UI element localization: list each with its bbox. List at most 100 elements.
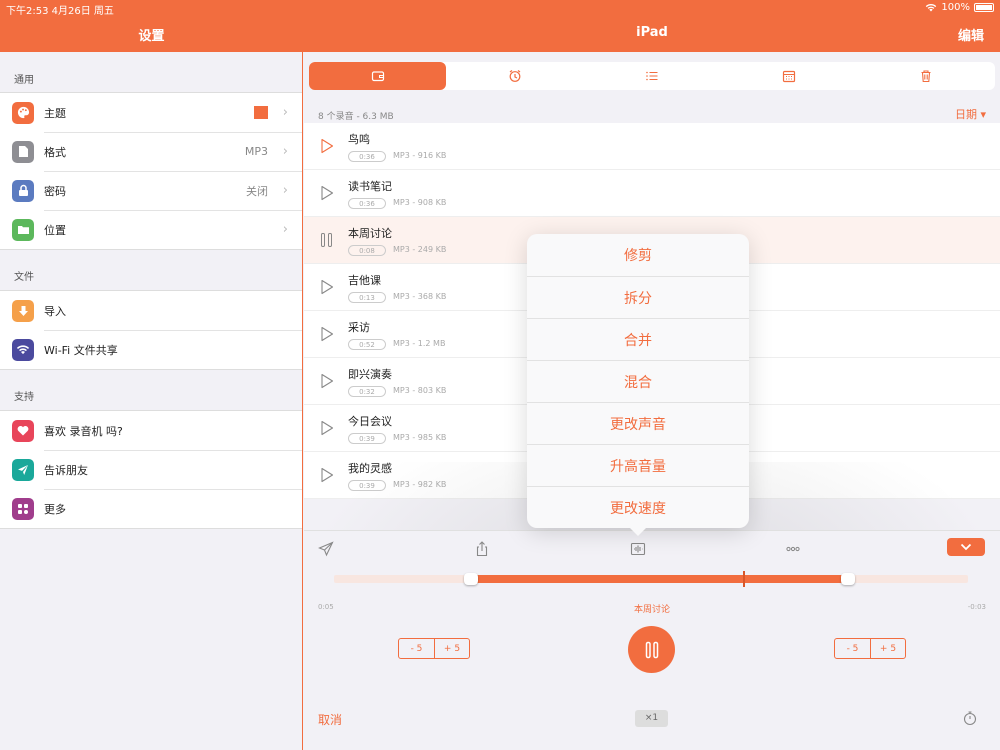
status-bar: 下午2:53 4月26日 周五 100% <box>0 0 1000 17</box>
cancel-button[interactable]: 取消 <box>318 711 342 728</box>
edit-button[interactable]: 编辑 <box>958 25 984 44</box>
tab-trash[interactable] <box>858 62 995 90</box>
sidebar-item-import[interactable]: 导入 <box>0 291 302 330</box>
recording-meta: MP3 - 982 KB <box>393 480 447 489</box>
play-icon[interactable] <box>320 185 334 201</box>
recording-meta: MP3 - 368 KB <box>393 292 447 301</box>
recording-duration: 0:52 <box>348 339 386 350</box>
recording-duration: 0:39 <box>348 433 386 444</box>
waveform-edit-icon[interactable] <box>630 541 646 557</box>
tab-recordings[interactable] <box>309 62 447 90</box>
trim-track[interactable] <box>334 571 968 587</box>
popover-item[interactable]: 更改速度 <box>527 486 749 528</box>
settings-title: 设置 <box>138 29 165 44</box>
sidebar-item-label: 喜欢 录音机 吗? <box>44 424 123 438</box>
battery-icon <box>974 3 994 12</box>
play-icon[interactable] <box>320 326 334 342</box>
sidebar-item-label: Wi-Fi 文件共享 <box>44 343 118 357</box>
folder-title: iPad <box>636 25 668 40</box>
tab-calendar[interactable] <box>721 62 858 90</box>
play-icon[interactable] <box>320 279 334 295</box>
play-icon[interactable] <box>320 373 334 389</box>
chevron-right-icon: › <box>282 222 288 237</box>
trim-end-handle[interactable] <box>840 573 855 585</box>
sidebar-item-label: 更多 <box>44 502 66 516</box>
sidebar-item-wifi-share[interactable]: Wi-Fi 文件共享 <box>0 330 302 369</box>
popover-item[interactable]: 升高音量 <box>527 444 749 486</box>
popover-item[interactable]: 合并 <box>527 318 749 360</box>
start-minus-5-button[interactable]: - 5 <box>399 639 434 658</box>
recording-duration: 0:39 <box>348 480 386 491</box>
section-header-support: 支持 <box>14 392 34 403</box>
sidebar-item-password[interactable]: 密码 关闭 › <box>0 171 302 210</box>
sidebar-item-rate[interactable]: 喜欢 录音机 吗? <box>0 411 302 450</box>
general-group: 主题 › 格式 MP3 › 密码 关闭 › 位置 › <box>0 92 302 250</box>
recording-duration: 0:08 <box>348 245 386 256</box>
view-segmented-control <box>309 62 995 90</box>
file-icon <box>12 140 34 163</box>
recording-meta: MP3 - 1.2 MB <box>393 339 446 348</box>
sidebar-item-format[interactable]: 格式 MP3 › <box>0 132 302 171</box>
list-icon <box>646 71 658 81</box>
status-battery: 100% <box>925 2 994 13</box>
recording-row[interactable]: 读书笔记 0:36 MP3 - 908 KB <box>304 170 1000 217</box>
support-group: 喜欢 录音机 吗? 告诉朋友 更多 <box>0 410 302 529</box>
playhead[interactable] <box>742 571 745 587</box>
recording-meta: MP3 - 916 KB <box>393 151 447 160</box>
recording-row[interactable]: 鸟鸣 0:36 MP3 - 916 KB <box>304 123 1000 170</box>
apps-icon <box>12 497 34 520</box>
recordings-count: 8 个录音 - 6.3 MB <box>318 112 394 122</box>
play-icon[interactable] <box>320 467 334 483</box>
alarm-icon <box>509 70 521 82</box>
popover-item[interactable]: 混合 <box>527 360 749 402</box>
heart-icon <box>12 419 34 442</box>
recording-duration: 0:36 <box>348 151 386 162</box>
send-icon[interactable] <box>318 541 334 557</box>
sidebar-item-label: 告诉朋友 <box>44 463 88 477</box>
trim-selection <box>470 575 848 583</box>
pause-icon[interactable] <box>320 232 334 248</box>
end-plus-5-button[interactable]: + 5 <box>870 639 905 658</box>
time-remaining: -0:03 <box>967 603 986 611</box>
recording-title: 即兴演奏 <box>348 368 392 381</box>
theme-color-swatch <box>254 106 268 119</box>
files-group: 导入 Wi-Fi 文件共享 <box>0 290 302 370</box>
end-minus-5-button[interactable]: - 5 <box>835 639 870 658</box>
download-icon <box>12 299 34 322</box>
sidebar-item-theme[interactable]: 主题 › <box>0 93 302 132</box>
timer-icon[interactable] <box>962 710 978 726</box>
end-skip-group: - 5 + 5 <box>834 638 906 659</box>
share-icon[interactable] <box>474 541 490 557</box>
playback-speed-button[interactable]: ×1 <box>635 710 668 727</box>
popover-item[interactable]: 修剪 <box>527 234 749 276</box>
sidebar-item-label: 格式 <box>44 145 66 159</box>
recording-meta: MP3 - 249 KB <box>393 245 447 254</box>
send-icon <box>12 458 34 481</box>
wifi-icon <box>12 338 34 361</box>
sidebar-item-label: 位置 <box>44 223 66 237</box>
start-plus-5-button[interactable]: + 5 <box>434 639 469 658</box>
more-icon[interactable] <box>785 541 801 557</box>
tab-alarm[interactable] <box>446 62 583 90</box>
recording-title: 我的灵感 <box>348 462 392 475</box>
edit-popover-menu: 修剪 拆分 合并 混合 更改声音 升高音量 更改速度 <box>527 234 749 536</box>
sidebar-item-location[interactable]: 位置 › <box>0 210 302 249</box>
start-skip-group: - 5 + 5 <box>398 638 470 659</box>
section-header-files: 文件 <box>14 272 34 283</box>
sidebar-item-label: 导入 <box>44 304 66 318</box>
wifi-status-icon <box>926 4 937 12</box>
sort-button[interactable]: 日期 ▾ <box>955 106 986 122</box>
calendar-icon <box>783 70 796 83</box>
popover-item[interactable]: 拆分 <box>527 276 749 318</box>
sidebar-item-more[interactable]: 更多 <box>0 489 302 528</box>
tab-list[interactable] <box>583 62 720 90</box>
collapse-player-button[interactable] <box>947 538 985 556</box>
sidebar-item-tell-friend[interactable]: 告诉朋友 <box>0 450 302 489</box>
pause-button[interactable] <box>628 626 675 673</box>
popover-item[interactable]: 更改声音 <box>527 402 749 444</box>
play-icon[interactable] <box>320 138 334 154</box>
trim-start-handle[interactable] <box>463 573 478 585</box>
chevron-down-icon <box>960 543 972 551</box>
play-icon[interactable] <box>320 420 334 436</box>
chevron-right-icon: › <box>282 105 288 120</box>
